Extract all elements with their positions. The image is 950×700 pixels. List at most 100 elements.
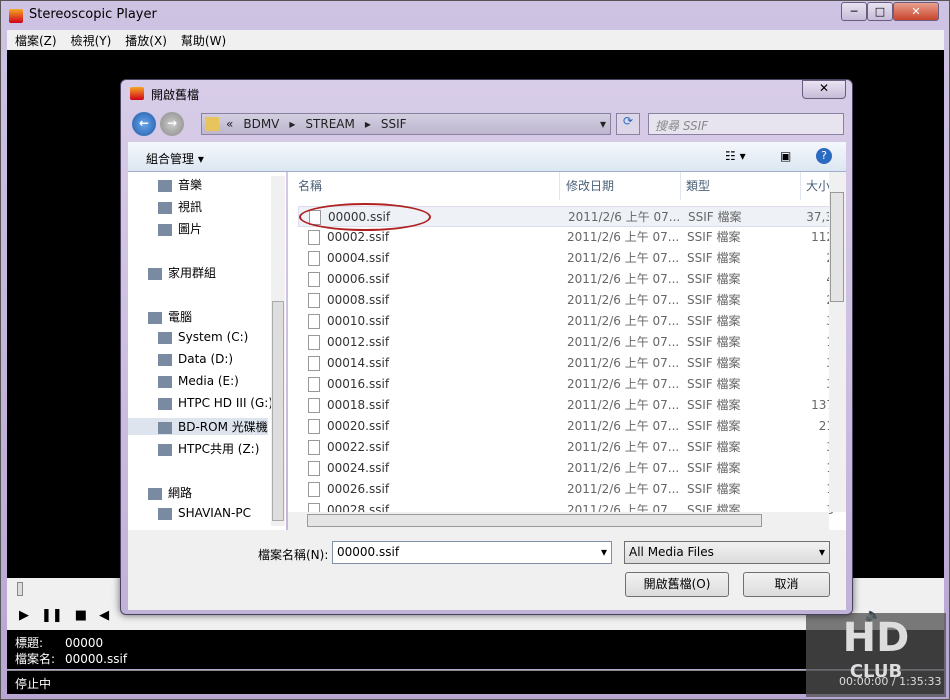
file-row[interactable]: 00004.ssif 2011/2/6 上午 07... SSIF 檔案 2: [298, 248, 838, 269]
file-name: 00008.ssif: [327, 293, 390, 307]
refresh-button[interactable]: ⟳: [616, 113, 640, 135]
maximize-button[interactable]: □: [867, 2, 893, 21]
play-icon[interactable]: ▶: [19, 608, 29, 623]
file-row[interactable]: 00006.ssif 2011/2/6 上午 07... SSIF 檔案 4: [298, 269, 838, 290]
computer-icon: [148, 311, 162, 324]
file-row[interactable]: 00022.ssif 2011/2/6 上午 07... SSIF 檔案 3: [298, 437, 838, 458]
address-bar[interactable]: « BDMV ▸ STREAM ▸ SSIF ▾: [201, 113, 611, 135]
previous-icon[interactable]: ◀: [99, 608, 109, 623]
file-row[interactable]: 00016.ssif 2011/2/6 上午 07... SSIF 檔案 3: [298, 374, 838, 395]
file-row[interactable]: 00010.ssif 2011/2/6 上午 07... SSIF 檔案 3: [298, 311, 838, 332]
file-list-vertical-scrollbar[interactable]: [829, 172, 846, 512]
stop-icon[interactable]: ■: [75, 608, 87, 623]
nav-item[interactable]: 視訊: [158, 198, 202, 215]
file-row[interactable]: 00018.ssif 2011/2/6 上午 07... SSIF 檔案 137: [298, 395, 838, 416]
computer-icon: [158, 507, 172, 520]
help-icon[interactable]: ?: [816, 148, 832, 164]
nav-item[interactable]: HTPC HD III (G:): [158, 396, 273, 410]
nav-item[interactable]: 電腦: [148, 308, 192, 325]
file-type: SSIF 檔案: [687, 419, 741, 433]
file-row[interactable]: 00024.ssif 2011/2/6 上午 07... SSIF 檔案 1: [298, 458, 838, 479]
file-icon: [308, 314, 320, 329]
pause-icon[interactable]: ❚❚: [41, 608, 63, 623]
file-list: 名稱 修改日期 類型 大小 00000.ssif 2011/2/6 上午 07.…: [288, 172, 846, 530]
nav-item[interactable]: 家用群組: [148, 264, 216, 281]
menu-help[interactable]: 幫助(W): [181, 32, 226, 49]
drive-icon: [158, 375, 172, 388]
file-icon: [308, 293, 320, 308]
file-type: SSIF 檔案: [687, 461, 741, 475]
dialog-close-button[interactable]: ✕: [802, 80, 846, 99]
file-name: 00020.ssif: [327, 419, 390, 433]
nav-item-label: SHAVIAN-PC: [178, 506, 251, 520]
menu-bar: 檔案(Z) 檢視(Y) 播放(X) 幫助(W): [7, 30, 944, 50]
file-list-horizontal-scrollbar[interactable]: [288, 512, 829, 530]
seek-thumb[interactable]: [17, 582, 23, 596]
file-name: 00012.ssif: [327, 335, 390, 349]
nav-item[interactable]: Data (D:): [158, 352, 233, 366]
file-row[interactable]: 00014.ssif 2011/2/6 上午 07... SSIF 檔案 3: [298, 353, 838, 374]
drive-icon: [158, 397, 172, 410]
nav-item[interactable]: 圖片: [158, 220, 202, 237]
file-name: 00018.ssif: [327, 398, 390, 412]
nav-item[interactable]: System (C:): [158, 330, 248, 344]
column-name[interactable]: 名稱: [298, 172, 560, 200]
file-type: SSIF 檔案: [687, 377, 741, 391]
filename-input[interactable]: 00000.ssif ▾: [332, 541, 612, 564]
column-date[interactable]: 修改日期: [566, 172, 681, 200]
nav-item[interactable]: 網路: [148, 484, 192, 501]
forward-button[interactable]: →: [160, 112, 184, 136]
open-button[interactable]: 開啟舊檔(O): [625, 572, 729, 597]
organize-button[interactable]: 組合管理 ▾: [146, 152, 204, 166]
drive-icon: [158, 331, 172, 344]
menu-view[interactable]: 檢視(Y): [71, 32, 112, 49]
breadcrumb-bdmv[interactable]: BDMV: [243, 117, 279, 131]
file-row[interactable]: 00008.ssif 2011/2/6 上午 07... SSIF 檔案 2: [298, 290, 838, 311]
cancel-button[interactable]: 取消: [743, 572, 830, 597]
nav-item[interactable]: HTPC共用 (Z:): [158, 440, 259, 457]
close-button[interactable]: ✕: [893, 2, 939, 21]
file-row[interactable]: 00020.ssif 2011/2/6 上午 07... SSIF 檔案 21: [298, 416, 838, 437]
minimize-button[interactable]: ─: [841, 2, 867, 21]
file-type: SSIF 檔案: [687, 230, 741, 244]
column-type[interactable]: 類型: [686, 172, 801, 200]
nav-item-label: Data (D:): [178, 352, 234, 366]
file-row[interactable]: 00026.ssif 2011/2/6 上午 07... SSIF 檔案 1: [298, 479, 838, 500]
nav-item[interactable]: SHAVIAN-PC: [158, 506, 251, 520]
file-type-select[interactable]: All Media Files ▾: [624, 541, 830, 564]
file-date: 2011/2/6 上午 07...: [567, 482, 680, 496]
video-icon: [158, 201, 172, 214]
nav-item[interactable]: 音樂: [158, 176, 202, 193]
file-date: 2011/2/6 上午 07...: [567, 335, 680, 349]
file-name: 00024.ssif: [327, 461, 390, 475]
file-type: SSIF 檔案: [687, 293, 741, 307]
filename-value: 00000.ssif: [65, 652, 128, 666]
menu-play[interactable]: 播放(X): [125, 32, 167, 49]
nav-item-label: 圖片: [178, 222, 203, 236]
preview-pane-icon[interactable]: ▣: [780, 149, 791, 163]
breadcrumb-stream[interactable]: STREAM: [305, 117, 354, 131]
nav-scrollbar[interactable]: [271, 176, 285, 526]
breadcrumb-ssif[interactable]: SSIF: [381, 117, 407, 131]
breadcrumb-overflow[interactable]: «: [226, 117, 233, 131]
file-row[interactable]: 00002.ssif 2011/2/6 上午 07... SSIF 檔案 112: [298, 227, 838, 248]
music-icon: [158, 179, 172, 192]
nav-item[interactable]: Media (E:): [158, 374, 239, 388]
file-row[interactable]: 00012.ssif 2011/2/6 上午 07... SSIF 檔案 1: [298, 332, 838, 353]
title-value: 00000: [65, 636, 104, 650]
search-input[interactable]: 搜尋 SSIF: [648, 113, 844, 135]
file-date: 2011/2/6 上午 07...: [567, 398, 680, 412]
file-date: 2011/2/6 上午 07...: [567, 293, 680, 307]
view-options-icon[interactable]: ☷ ▾: [725, 149, 746, 163]
status-bar: 停止中: [7, 670, 944, 694]
chevron-down-icon[interactable]: ▾: [600, 117, 606, 131]
nav-item[interactable]: BD-ROM 光碟機: [128, 418, 268, 435]
menu-file[interactable]: 檔案(Z): [15, 32, 57, 49]
file-row[interactable]: 00000.ssif 2011/2/6 上午 07... SSIF 檔案 37,…: [298, 203, 838, 231]
file-name: 00022.ssif: [327, 440, 390, 454]
title-label: 標題:: [15, 636, 44, 650]
file-type: SSIF 檔案: [687, 335, 741, 349]
nav-item-label: 家用群組: [168, 266, 217, 280]
back-button[interactable]: ←: [132, 112, 156, 136]
toolbar: 組合管理 ▾ ☷ ▾ ▣ ?: [128, 142, 846, 172]
